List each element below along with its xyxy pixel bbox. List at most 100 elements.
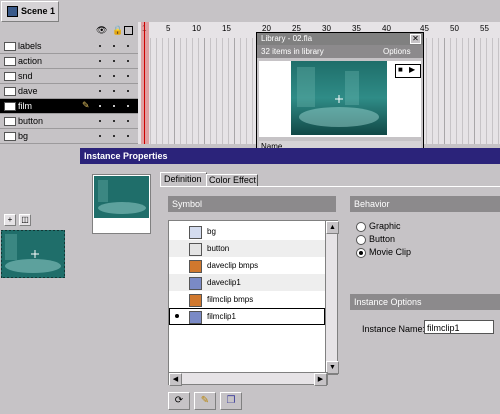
playhead[interactable] [141, 22, 149, 144]
visibility-dot[interactable] [99, 60, 101, 62]
frame-divider [246, 38, 247, 144]
layer-name: dave [18, 86, 38, 96]
tab-definition[interactable]: Definition [160, 172, 207, 187]
outline-dot[interactable] [127, 120, 129, 122]
layer-row-film[interactable]: film ✎ [0, 99, 138, 114]
layer-row-labels[interactable]: labels [0, 39, 138, 54]
list-item[interactable]: filmclip bmps [169, 291, 325, 308]
frame-divider [174, 38, 175, 144]
frame-divider [210, 38, 211, 144]
frame-divider [450, 38, 451, 144]
symbol-list-scrollbar[interactable]: ▲ ▼ [325, 220, 339, 375]
radio-label: Button [369, 234, 396, 244]
layer-icon [4, 87, 16, 96]
symbol-list-hscrollbar[interactable]: ◀ ▶ [168, 372, 328, 386]
radio-label: Movie Clip [369, 247, 412, 257]
symbol-header: Symbol [168, 196, 336, 212]
scroll-left-icon[interactable]: ◀ [169, 373, 182, 386]
symbol-list[interactable]: bg button daveclip bmps daveclip1 filmcl… [168, 220, 328, 374]
layer-row-dave[interactable]: dave [0, 84, 138, 99]
lock-dot[interactable] [113, 75, 115, 77]
scene-tab-label: Scene 1 [21, 6, 56, 16]
symbol-name: filmclip bmps [207, 295, 254, 304]
radio-button[interactable] [356, 235, 366, 245]
visibility-dot[interactable] [99, 135, 101, 137]
layer-row-bg[interactable]: bg [0, 129, 138, 144]
lock-icon[interactable]: 🔒 [112, 25, 123, 36]
radio-movie-clip[interactable] [356, 248, 366, 258]
duplicate-symbol-button[interactable]: ❐ [220, 392, 242, 410]
frame-divider [462, 38, 463, 144]
visibility-dot[interactable] [99, 105, 101, 107]
layer-name: bg [18, 131, 29, 141]
outline-dot[interactable] [127, 135, 129, 137]
layer-row-snd[interactable]: snd [0, 69, 138, 84]
lock-dot[interactable] [113, 135, 115, 137]
dialog-title: Instance Properties [84, 151, 168, 161]
movieclip-icon [189, 311, 202, 324]
library-window: Library - 02.fla ✕ 32 items in library O… [256, 32, 424, 154]
symbol-name: daveclip bmps [207, 261, 259, 270]
add-guide-icon[interactable]: ◫ [19, 214, 31, 226]
list-item[interactable]: daveclip bmps [169, 257, 325, 274]
frame-divider [486, 38, 487, 144]
frame-divider [480, 38, 481, 144]
stop-icon[interactable]: ■ [398, 65, 403, 74]
scene-icon [7, 6, 18, 17]
frame-divider [456, 38, 457, 144]
scroll-right-icon[interactable]: ▶ [314, 373, 327, 386]
symbol-preview-image [94, 176, 149, 218]
add-layer-icon[interactable]: + [4, 214, 16, 226]
visibility-dot[interactable] [99, 75, 101, 77]
frame-number: 55 [480, 24, 489, 33]
visibility-dot[interactable] [99, 120, 101, 122]
play-icon[interactable]: ▶ [409, 65, 415, 74]
lock-dot[interactable] [113, 120, 115, 122]
radio-graphic[interactable] [356, 222, 366, 232]
scene-tab[interactable]: Scene 1 [1, 1, 59, 22]
lock-dot[interactable] [113, 60, 115, 62]
outline-dot[interactable] [127, 90, 129, 92]
close-icon[interactable]: ✕ [410, 34, 421, 44]
dialog-title-bar[interactable]: Instance Properties [80, 148, 500, 164]
frame-divider [150, 38, 151, 144]
library-options-menu[interactable]: Options [383, 47, 411, 56]
outline-dot[interactable] [127, 60, 129, 62]
eye-icon[interactable]: 👁 [96, 25, 107, 36]
movieclip-icon [189, 277, 202, 290]
list-item[interactable]: filmclip1 [169, 308, 325, 325]
bitmap-icon [189, 260, 202, 273]
outline-box-icon[interactable] [124, 26, 133, 35]
layer-row-button[interactable]: button [0, 114, 138, 129]
library-title-bar[interactable]: Library - 02.fla ✕ [257, 33, 423, 45]
list-item[interactable]: daveclip1 [169, 274, 325, 291]
frame-divider [192, 38, 193, 144]
scroll-up-icon[interactable]: ▲ [326, 221, 339, 234]
outline-dot[interactable] [127, 105, 129, 107]
layer-row-action[interactable]: action [0, 54, 138, 69]
outline-dot[interactable] [127, 45, 129, 47]
frame-divider [156, 38, 157, 144]
edit-symbol-button[interactable]: ✎ [194, 392, 216, 410]
play-controls[interactable]: ■ ▶ [395, 64, 421, 78]
swap-symbol-button[interactable]: ⟳ [168, 392, 190, 410]
lock-dot[interactable] [113, 45, 115, 47]
layer-name: action [18, 56, 43, 66]
layer-name: film [18, 101, 32, 111]
layer-icon [4, 117, 16, 126]
stage-film-clip[interactable] [1, 230, 65, 278]
frame-divider [252, 38, 253, 144]
lock-dot[interactable] [113, 90, 115, 92]
list-item[interactable]: bg [169, 223, 325, 240]
radio-label: Graphic [369, 221, 401, 231]
symbol-name: button [207, 244, 230, 253]
layer-icon [4, 132, 16, 141]
frame-divider [240, 38, 241, 144]
lock-dot[interactable] [113, 105, 115, 107]
visibility-dot[interactable] [99, 45, 101, 47]
layer-icon [4, 57, 16, 66]
list-item[interactable]: button [169, 240, 325, 257]
outline-dot[interactable] [127, 75, 129, 77]
visibility-dot[interactable] [99, 90, 101, 92]
instance-name-field[interactable]: filmclip1 [424, 320, 494, 334]
